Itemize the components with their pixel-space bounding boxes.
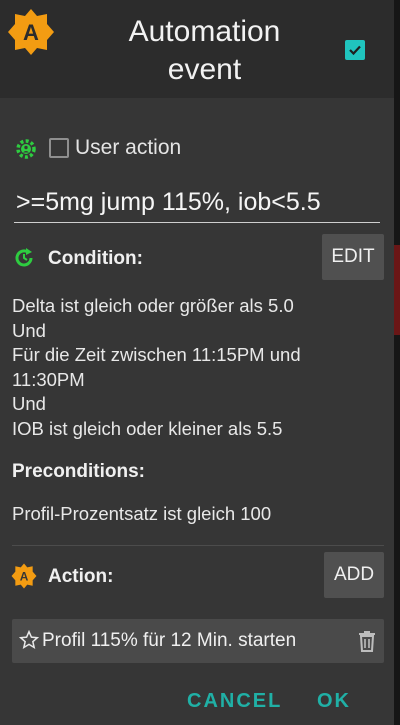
condition-refresh-icon [12, 246, 36, 270]
user-action-gear-icon [14, 137, 38, 161]
action-item-text: Profil 115% für 12 Min. starten [42, 630, 297, 651]
event-name-input[interactable] [14, 188, 382, 217]
star-icon [19, 630, 39, 650]
action-label: Action: [48, 566, 114, 587]
event-name-field[interactable] [14, 188, 382, 223]
condition-line: Und [12, 393, 46, 414]
delete-icon[interactable] [357, 630, 377, 652]
cancel-button[interactable]: CANCEL [187, 690, 282, 713]
user-action-row: User action [14, 135, 374, 163]
add-action-button[interactable]: ADD [324, 552, 384, 598]
background-edge [394, 245, 400, 335]
app-logo-letter: A [23, 20, 39, 45]
condition-line: IOB ist gleich oder kleiner als 5.5 [12, 417, 283, 439]
automation-event-dialog: A Automation event User action >=5mg jum… [0, 0, 394, 725]
section-divider [12, 545, 384, 546]
condition-line: Für die Zeit zwischen 11:15PM und 11:30P… [12, 344, 301, 390]
ok-button[interactable]: OK [317, 690, 351, 713]
condition-text: Delta ist gleich oder größer als 5.0 Und… [12, 294, 384, 441]
condition-line: Delta ist gleich oder größer als 5.0 [12, 295, 294, 316]
check-icon [349, 45, 361, 56]
preconditions-label: Preconditions: [12, 461, 146, 482]
user-action-checkbox[interactable] [49, 138, 69, 158]
app-logo-icon: A [7, 8, 55, 56]
user-action-label: User action [75, 136, 182, 159]
edit-condition-button[interactable]: EDIT [322, 234, 384, 280]
condition-line: Und [12, 319, 46, 341]
action-badge-letter: A [20, 569, 29, 583]
preconditions-text: Profil-Prozentsatz ist gleich 100 [12, 503, 272, 524]
condition-label: Condition: [48, 248, 143, 269]
dialog-title: Automation event [128, 15, 281, 86]
action-badge-icon: A [11, 563, 37, 589]
action-item[interactable]: Profil 115% für 12 Min. starten [12, 619, 384, 663]
enabled-checkbox[interactable] [345, 40, 365, 60]
dialog-header: A Automation event [0, 0, 394, 98]
